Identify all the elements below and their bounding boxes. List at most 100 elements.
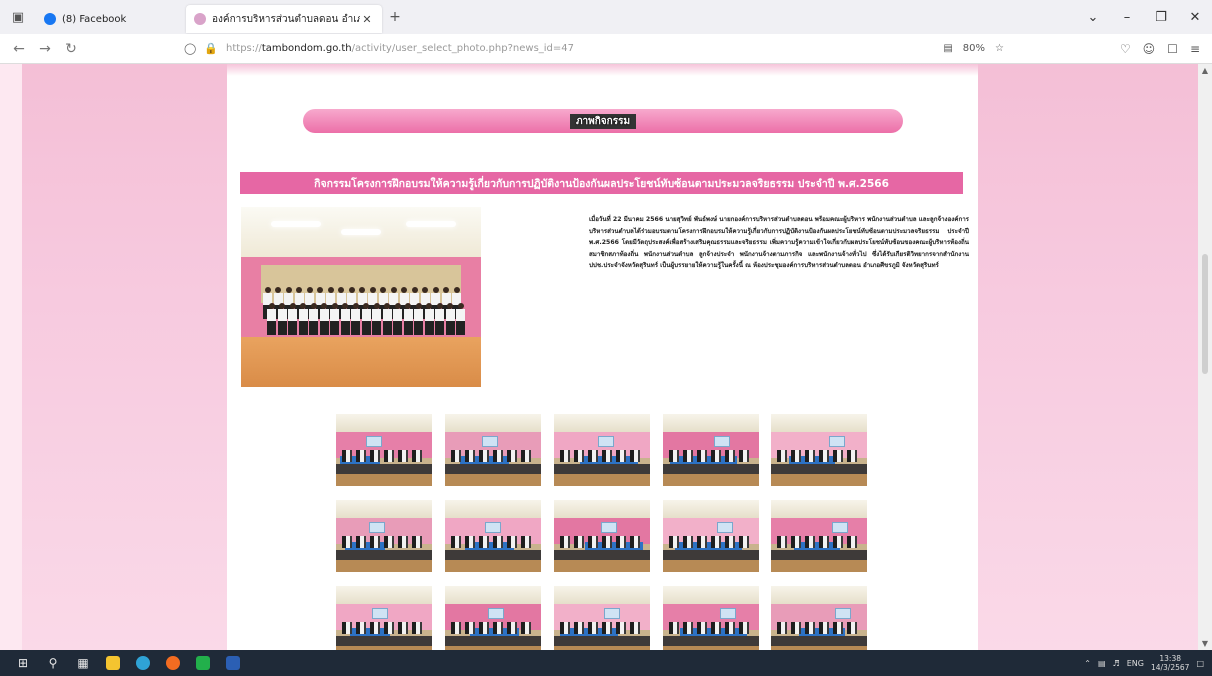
photo-person xyxy=(445,303,455,335)
thumb-floor xyxy=(554,558,650,572)
tab-active-site[interactable]: องค์การบริหารส่วนตำบลดอน อำเภอด้า... ✕ xyxy=(186,5,382,33)
photo-thumbnail[interactable] xyxy=(554,414,650,486)
photo-thumbnail[interactable] xyxy=(445,414,541,486)
task-view-icon[interactable]: ▦ xyxy=(68,650,98,676)
navigation-bar: ← → ↻ ◯ 🔒 https:// tambondom.go.th /acti… xyxy=(0,34,1212,64)
thumb-projector-screen xyxy=(604,608,620,619)
thumb-table xyxy=(771,636,867,646)
site-icon xyxy=(194,13,206,25)
photo-thumbnail[interactable] xyxy=(336,586,432,650)
network-icon[interactable]: ▤ xyxy=(1098,659,1106,668)
volume-icon[interactable]: ♬ xyxy=(1113,659,1120,668)
photo-person xyxy=(309,303,318,335)
system-clock[interactable]: 13:38 14/3/2567 xyxy=(1151,654,1189,672)
page-scrollbar[interactable]: ▲ ▼ xyxy=(1198,64,1212,650)
reload-icon[interactable]: ↻ xyxy=(58,41,84,57)
close-window-button[interactable]: ✕ xyxy=(1178,10,1212,25)
photo-thumbnail[interactable] xyxy=(336,500,432,572)
photo-thumbnail[interactable] xyxy=(445,586,541,650)
scrollbar-thumb[interactable] xyxy=(1202,254,1208,374)
language-indicator[interactable]: ENG xyxy=(1127,659,1144,668)
main-group-photo[interactable] xyxy=(241,207,481,387)
thumb-table xyxy=(554,464,650,474)
start-icon[interactable]: ⊞ xyxy=(8,650,38,676)
tray-expand-icon[interactable]: ⌃ xyxy=(1084,659,1091,668)
list-tabs-icon[interactable]: ⌄ xyxy=(1076,10,1110,25)
minimize-button[interactable]: – xyxy=(1110,10,1144,25)
menu-icon[interactable]: ≡ xyxy=(1190,42,1200,56)
photo-thumbnail[interactable] xyxy=(663,586,759,650)
thumb-table xyxy=(445,464,541,474)
edge-icon[interactable] xyxy=(128,650,158,676)
line-icon[interactable] xyxy=(188,650,218,676)
word-icon[interactable] xyxy=(218,650,248,676)
thumb-attendees xyxy=(669,622,753,634)
photo-person xyxy=(340,303,350,335)
activity-title-bar: กิจกรรมโครงการฝึกอบรมให้ความรู้เกี่ยวกับ… xyxy=(240,172,963,194)
photo-thumbnail[interactable] xyxy=(663,414,759,486)
file-explorer-icon[interactable] xyxy=(98,650,128,676)
thumb-floor xyxy=(771,472,867,486)
address-bar[interactable]: ◯ 🔒 https:// tambondom.go.th /activity/u… xyxy=(184,38,1004,60)
extensions-icon[interactable]: ☐ xyxy=(1167,42,1178,56)
photo-thumbnail[interactable] xyxy=(445,500,541,572)
scroll-down-icon[interactable]: ▼ xyxy=(1198,639,1212,648)
thumb-table xyxy=(663,550,759,560)
lock-icon[interactable]: 🔒 xyxy=(204,42,218,55)
tab-title: (8) Facebook xyxy=(62,13,127,25)
notifications-icon[interactable]: □ xyxy=(1196,659,1204,668)
reader-view-icon[interactable]: ▤ xyxy=(943,43,952,54)
thumb-ceiling xyxy=(663,414,759,432)
tab-overview-icon[interactable]: ▣ xyxy=(0,0,36,34)
photo-ceiling-light xyxy=(271,221,321,227)
thumb-projector-screen xyxy=(488,608,504,619)
zoom-level[interactable]: 80% xyxy=(963,43,985,54)
thumb-table xyxy=(663,464,759,474)
firefox-icon[interactable] xyxy=(158,650,188,676)
thumb-attendees xyxy=(451,622,535,634)
shield-icon[interactable]: ◯ xyxy=(184,42,196,55)
photo-thumbnail[interactable] xyxy=(336,414,432,486)
thumb-attendees xyxy=(342,450,426,462)
thumb-floor xyxy=(663,558,759,572)
thumb-attendees xyxy=(451,450,535,462)
thumb-projector-screen xyxy=(369,522,385,533)
right-background-panel xyxy=(978,64,1198,650)
thumb-table xyxy=(336,636,432,646)
scroll-up-icon[interactable]: ▲ xyxy=(1198,66,1212,75)
forward-icon[interactable]: → xyxy=(32,41,58,57)
back-icon[interactable]: ← xyxy=(6,41,32,57)
thumb-projector-screen xyxy=(720,608,736,619)
photo-person xyxy=(351,303,360,335)
thumb-attendees xyxy=(560,622,644,634)
photo-thumbnail[interactable] xyxy=(554,500,650,572)
photo-person xyxy=(361,303,371,335)
thumb-table xyxy=(445,636,541,646)
thumb-ceiling xyxy=(554,414,650,432)
photo-thumbnail[interactable] xyxy=(771,414,867,486)
tab-facebook[interactable]: (8) Facebook xyxy=(36,5,186,33)
thumb-attendees xyxy=(451,536,535,548)
thumb-projector-screen xyxy=(485,522,501,533)
thumb-attendees xyxy=(777,450,861,462)
facebook-icon xyxy=(44,13,56,25)
photo-thumbnail[interactable] xyxy=(663,500,759,572)
close-tab-icon[interactable]: ✕ xyxy=(360,13,374,26)
photo-person xyxy=(382,303,392,335)
account-icon[interactable]: ☺ xyxy=(1143,42,1156,56)
pocket-icon[interactable]: ♡ xyxy=(1120,42,1131,56)
page-edge xyxy=(0,64,22,650)
photo-thumbnail[interactable] xyxy=(554,586,650,650)
thumb-ceiling xyxy=(336,414,432,432)
activity-title: กิจกรรมโครงการฝึกอบรมให้ความรู้เกี่ยวกับ… xyxy=(314,177,889,190)
thumb-projector-screen xyxy=(482,436,498,447)
photo-thumbnail[interactable] xyxy=(771,586,867,650)
bookmark-star-icon[interactable]: ☆ xyxy=(995,43,1004,54)
new-tab-button[interactable]: + xyxy=(382,9,408,25)
photo-thumbnail[interactable] xyxy=(771,500,867,572)
photo-person xyxy=(456,303,465,335)
search-icon[interactable]: ⚲ xyxy=(38,650,68,676)
thumb-projector-screen xyxy=(366,436,382,447)
photo-person xyxy=(403,303,413,335)
restore-button[interactable]: ❐ xyxy=(1144,10,1178,25)
